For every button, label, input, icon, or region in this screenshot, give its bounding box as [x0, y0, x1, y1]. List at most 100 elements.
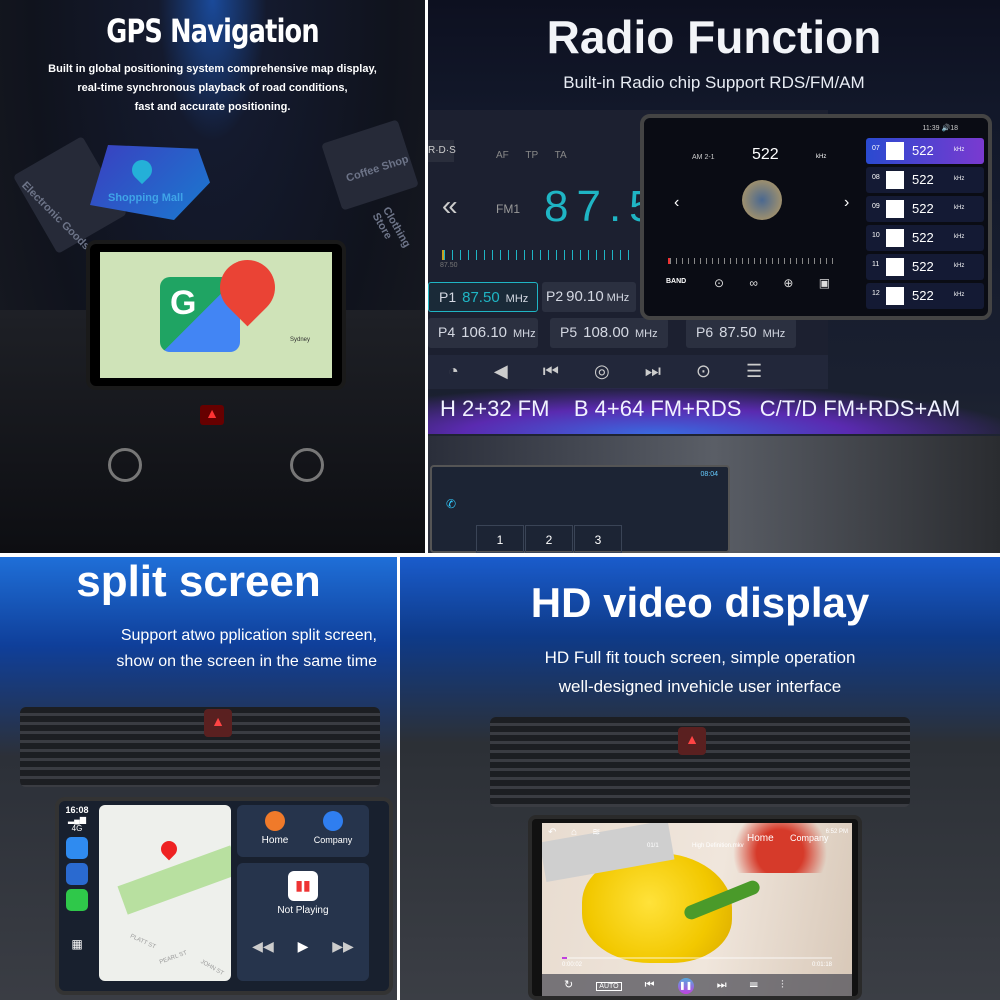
tower-icon [886, 171, 904, 189]
dial-key[interactable]: 1 [476, 525, 524, 553]
stereo-icon[interactable]: ∞ [749, 276, 758, 290]
split-screen-panel: split screen Support atwo pplication spl… [0, 557, 397, 1000]
next-station-icon[interactable]: › [844, 194, 849, 212]
hazard-button[interactable]: ▲ [678, 727, 706, 755]
duration-time: 0:01:18 [811, 962, 832, 968]
station-row[interactable]: 08 522 kHz [866, 167, 984, 193]
play-icon[interactable]: ▶ [298, 938, 309, 954]
station-frequency: 522 [912, 259, 934, 274]
dial-key[interactable]: 3 [574, 525, 622, 553]
carplay-screen: 16:08 ▂▄▆ 4G ▦ PLATT ST PEARL ST JOHN ST… [55, 797, 393, 995]
preset-p5[interactable]: P5 108.00 MHz [550, 318, 668, 348]
video-frame[interactable]: ↶ ⌂ ≋ 01/1 High Definition.mkv Home Comp… [542, 823, 852, 996]
pause-icon[interactable]: ❚❚ [677, 978, 694, 994]
antenna-icon[interactable]: ⊙ [696, 361, 711, 382]
inset-status-bar: 11:39 🔊18 [922, 125, 958, 132]
rds-toggles[interactable]: AF TP TA [496, 150, 567, 161]
playlist-icon[interactable]: ☰ [750, 979, 758, 991]
preset-unit: MHz [606, 292, 630, 304]
tower-icon [886, 200, 904, 218]
auto-button[interactable]: AUTO [596, 982, 622, 991]
station-number: 07 [872, 145, 880, 152]
status-time: 6:52 PM [825, 829, 848, 835]
preset-unit: MHz [635, 328, 658, 340]
station-frequency: 522 [912, 172, 934, 187]
tower-icon [886, 287, 904, 305]
video-controls: ↻ AUTO ⏮ ❚❚ ⏭ ☰ ⫶ [542, 974, 852, 996]
radio-controls: ◔ ◀ ⏮ ◎ ⏭ ⊙ ☰ [428, 355, 828, 389]
rewind-icon[interactable]: ◀◀ [252, 938, 274, 954]
station-row[interactable]: 09 522 kHz [866, 196, 984, 222]
elapsed-time: 0:00:02 [562, 962, 583, 968]
band-button[interactable]: BAND [666, 278, 686, 285]
description-line: HD Full fit touch screen, simple operati… [544, 648, 856, 667]
station-row[interactable]: 12 522 kHz [866, 283, 984, 309]
toggle-ta[interactable]: TA [555, 150, 567, 161]
fast-forward-icon[interactable]: ▶▶ [332, 938, 354, 954]
preset-frequency: 87.50 [719, 324, 757, 341]
station-row[interactable]: 10 522 kHz [866, 225, 984, 251]
home-icon [265, 811, 285, 831]
next-icon[interactable]: ⏭ [717, 979, 727, 991]
app-grid-icon[interactable]: ▦ [63, 937, 91, 951]
station-unit: kHz [954, 205, 965, 211]
seek-back-icon[interactable]: « [442, 190, 458, 222]
equalizer-icon[interactable]: ⫶ [781, 979, 784, 991]
tower-icon [886, 142, 904, 160]
home-icon[interactable]: ⌂ [571, 827, 577, 838]
climate-knob[interactable] [290, 448, 324, 482]
preset-unit: MHz [513, 328, 536, 340]
climate-knob[interactable] [108, 448, 142, 482]
radio-function-panel: Radio Function Built-in Radio chip Suppo… [428, 0, 1000, 553]
equalizer-icon[interactable]: ☰ [746, 361, 762, 382]
inset-band: AM 2-1 [692, 154, 715, 161]
preset-p2[interactable]: P2 90.10 MHz [542, 282, 636, 312]
dialer-time: 08:04 [700, 471, 718, 478]
hazard-button[interactable]: ▲ [204, 709, 232, 737]
preset-p1[interactable]: P1 87.50 MHz [428, 282, 538, 312]
panel-description: Support atwo pplication split screen, sh… [116, 623, 377, 675]
toggle-af[interactable]: AF [496, 150, 509, 161]
rss-icon[interactable]: ◔ [448, 361, 459, 382]
preset-id: P1 [439, 289, 457, 305]
company-shortcut[interactable]: Company [305, 811, 361, 845]
save-icon[interactable]: ▣ [819, 276, 830, 290]
carplay-map[interactable]: PLATT ST PEARL ST JOHN ST [99, 805, 231, 981]
station-frequency: 522 [912, 201, 934, 216]
phone-icon[interactable]: ✆ [446, 497, 456, 511]
station-row[interactable]: 11 522 kHz [866, 254, 984, 280]
speaker-icon[interactable]: ◀ [494, 361, 508, 382]
scan-icon[interactable]: ◎ [594, 361, 610, 382]
panel-description: Built in global positioning system compr… [0, 60, 425, 117]
home-shortcut[interactable]: Home [255, 811, 295, 846]
maps-app-icon[interactable] [66, 837, 88, 859]
preset-frequency: 90.10 [566, 288, 604, 305]
overlay-home: Home [747, 833, 774, 844]
preset-p6[interactable]: P6 87.50 MHz [686, 318, 796, 348]
layers-icon[interactable]: ≋ [592, 827, 600, 838]
progress-bar[interactable] [562, 957, 832, 959]
panel-title: GPS Navigation [106, 12, 319, 50]
maps-logo-letter: G [170, 284, 197, 322]
inset-tuning-scale[interactable] [668, 258, 838, 264]
dial-key[interactable]: 2 [525, 525, 573, 553]
next-icon[interactable]: ⏭ [645, 361, 661, 382]
antenna-icon[interactable]: ⊙ [714, 276, 724, 290]
tuning-scale[interactable] [442, 250, 632, 260]
station-row[interactable]: 07 522 kHz [866, 138, 984, 164]
back-icon[interactable]: ↶ [548, 827, 556, 838]
previous-icon[interactable]: ⏮ [645, 979, 655, 991]
search-icon[interactable]: ⊕ [783, 276, 793, 290]
toggle-tp[interactable]: TP [525, 150, 538, 161]
station-number: 10 [872, 232, 880, 239]
repeat-icon[interactable]: ↻ [564, 979, 573, 991]
preset-p4[interactable]: P4 106.10 MHz [428, 318, 538, 348]
kugou-app-icon[interactable] [66, 863, 88, 885]
messages-app-icon[interactable] [66, 889, 88, 911]
hazard-button[interactable]: ▲ [200, 405, 224, 425]
previous-icon[interactable]: ⏮ [543, 361, 559, 382]
station-unit: kHz [954, 292, 965, 298]
station-artwork [742, 180, 782, 220]
band-label: FM1 [496, 202, 520, 216]
previous-station-icon[interactable]: ‹ [674, 194, 679, 212]
